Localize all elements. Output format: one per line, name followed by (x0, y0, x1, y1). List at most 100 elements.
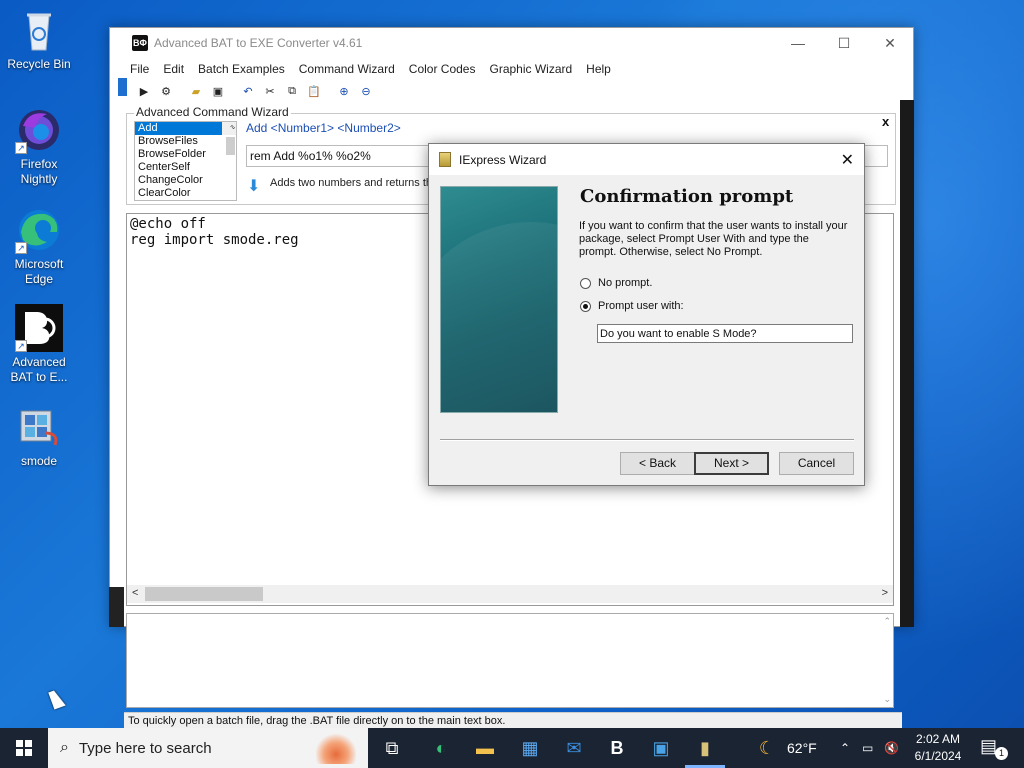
build-gear-icon[interactable]: ⚙ (156, 82, 176, 100)
taskbar-search[interactable]: ⌕ Type here to search (48, 728, 368, 768)
app-titlebar[interactable]: BΦ Advanced BAT to EXE Converter v4.61 —… (110, 28, 913, 58)
undo-icon[interactable]: ↶ (238, 82, 258, 100)
taskbar-archive-icon[interactable]: ▮ (691, 734, 719, 762)
registry-file-icon (15, 403, 63, 451)
search-placeholder: Type here to search (78, 739, 212, 757)
desktop-icon-label: Firefox Nightly (20, 157, 58, 186)
back-button[interactable]: < Back (620, 452, 695, 475)
weather-temperature[interactable]: 62°F (787, 728, 817, 768)
mail-icon[interactable]: ✉ (560, 734, 588, 762)
network-icon[interactable]: ▭ (862, 728, 873, 768)
side-pane (900, 100, 914, 627)
mouse-pointer-icon (48, 688, 66, 710)
command-list-item[interactable]: ClearColor (135, 187, 236, 200)
taskbar-edge-icon[interactable]: ◐ (427, 734, 455, 762)
next-button[interactable]: Next > (694, 452, 769, 475)
firefox-nightly-icon: ↗ (15, 106, 63, 154)
shortcut-arrow-icon: ↗ (15, 340, 27, 352)
start-button[interactable] (0, 728, 48, 768)
command-list-item[interactable]: Add (135, 122, 236, 135)
menu-help[interactable]: Help (586, 62, 611, 76)
scroll-left-icon[interactable]: < (132, 587, 138, 599)
side-strip (109, 587, 124, 627)
shortcut-arrow-icon: ↗ (15, 142, 27, 154)
radio-button[interactable] (580, 300, 591, 312)
menu-command-wizard[interactable]: Command Wizard (299, 62, 395, 76)
cut-icon[interactable]: ✂ (260, 82, 280, 100)
menu-graphic-wizard[interactable]: Graphic Wizard (489, 62, 572, 76)
radio-no-prompt[interactable]: No prompt. (580, 277, 652, 289)
command-list-item[interactable]: ChangeColor (135, 174, 236, 187)
wizard-close-icon[interactable]: x (882, 114, 889, 129)
output-scroll-up-icon[interactable]: ⌃ (883, 616, 891, 627)
radio-button[interactable] (580, 277, 591, 289)
menu-bar: File Edit Batch Examples Command Wizard … (110, 58, 913, 80)
desktop-icon-firefox-nightly[interactable]: ↗ Firefox Nightly (3, 106, 75, 187)
menu-edit[interactable]: Edit (163, 62, 184, 76)
dialog-description: If you want to confirm that the user wan… (579, 220, 848, 258)
dialog-close-icon[interactable]: ✕ (841, 150, 854, 170)
desktop-icon-edge[interactable]: ↗ Microsoft Edge (3, 206, 75, 287)
menu-file[interactable]: File (130, 62, 149, 76)
wizard-side-image (440, 186, 558, 413)
volume-muted-icon[interactable]: 🔇 (884, 728, 899, 768)
radio-label: No prompt. (598, 277, 653, 289)
clock-time: 2:02 AM (915, 732, 961, 746)
insert-arrow-icon[interactable]: ⬇ (247, 176, 260, 196)
copy-icon[interactable]: ⧉ (282, 82, 302, 100)
cancel-button[interactable]: Cancel (779, 452, 854, 475)
desktop-icon-recycle-bin[interactable]: Recycle Bin (3, 6, 75, 72)
dialog-titlebar[interactable]: IExpress Wizard ✕ (429, 144, 864, 175)
edge-icon: ↗ (15, 206, 63, 254)
desktop-icon-smode[interactable]: smode (3, 403, 75, 469)
notification-badge: 1 (995, 747, 1008, 760)
desktop-icon-label: Microsoft Edge (14, 257, 64, 286)
command-list-item[interactable]: BrowseFiles (135, 135, 236, 148)
advanced-bat-icon: ↗ (15, 304, 63, 352)
desktop-icon-label: Recycle Bin (7, 57, 71, 71)
save-icon[interactable]: ▣ (208, 82, 228, 100)
command-list-item[interactable]: BrowseFolder (135, 148, 236, 161)
weather-moon-icon[interactable]: ☾ (753, 734, 781, 762)
taskbar: ⌕ Type here to search ⧉ ◐ ▬ ▦ ✉ B ▣ ▮ ☾ … (0, 728, 1024, 768)
tray-chevron-icon[interactable]: ⌃ (840, 728, 850, 768)
microsoft-store-icon[interactable]: ▦ (516, 734, 544, 762)
desktop-icon-label: smode (20, 454, 58, 468)
iexpress-dialog[interactable]: IExpress Wizard ✕ Confirmation prompt If… (428, 143, 865, 486)
toolbar: ▶ ⚙ ▰ ▣ ↶ ✂ ⧉ 📋 ⊕ ⊖ (110, 80, 913, 102)
app-title: Advanced BAT to EXE Converter v4.61 (154, 36, 363, 50)
prompt-text-field[interactable] (597, 324, 853, 343)
run-icon[interactable]: ▶ (134, 82, 154, 100)
desktop-icon-advanced-bat[interactable]: ↗ Advanced BAT to E... (3, 304, 75, 385)
output-pane[interactable]: ⌃ ⌄ (126, 613, 894, 708)
editor-horizontal-scrollbar[interactable]: < > (127, 585, 893, 603)
zoom-in-icon[interactable]: ⊕ (334, 82, 354, 100)
command-wizard-legend: Advanced Command Wizard (134, 105, 291, 119)
close-icon[interactable]: ✕ (867, 28, 913, 58)
taskbar-iexpress-icon[interactable]: ▣ (647, 734, 675, 762)
desktop-icon-label: Advanced BAT to E... (10, 355, 68, 384)
radio-label: Prompt user with: (598, 300, 684, 312)
radio-prompt-user[interactable]: Prompt user with: (580, 300, 684, 312)
scroll-right-icon[interactable]: > (882, 587, 888, 599)
command-list-scrollbar[interactable]: ⌃ ⌄ (222, 122, 236, 155)
task-view-icon[interactable]: ⧉ (378, 734, 406, 762)
command-list-item[interactable]: CenterSelf (135, 161, 236, 174)
menu-color-codes[interactable]: Color Codes (409, 62, 476, 76)
system-clock[interactable]: 2:02 AM 6/1/2024 (903, 731, 973, 765)
scrollbar-thumb[interactable] (145, 587, 263, 601)
dialog-divider (440, 439, 854, 441)
search-highlight-image (316, 732, 356, 764)
shortcut-arrow-icon: ↗ (15, 242, 27, 254)
command-list[interactable]: Add BrowseFiles BrowseFolder CenterSelf … (134, 121, 237, 201)
notification-center-icon[interactable]: ▤ 1 (980, 736, 1008, 760)
open-folder-icon[interactable]: ▰ (186, 82, 206, 100)
taskbar-advanced-bat-icon[interactable]: B (603, 734, 631, 762)
output-scroll-down-icon[interactable]: ⌄ (883, 694, 891, 705)
file-explorer-icon[interactable]: ▬ (471, 734, 499, 762)
paste-icon[interactable]: 📋 (304, 82, 324, 100)
zoom-out-icon[interactable]: ⊖ (356, 82, 376, 100)
minimize-icon[interactable]: — (775, 28, 821, 58)
maximize-icon[interactable]: ☐ (821, 28, 867, 58)
menu-batch-examples[interactable]: Batch Examples (198, 62, 285, 76)
